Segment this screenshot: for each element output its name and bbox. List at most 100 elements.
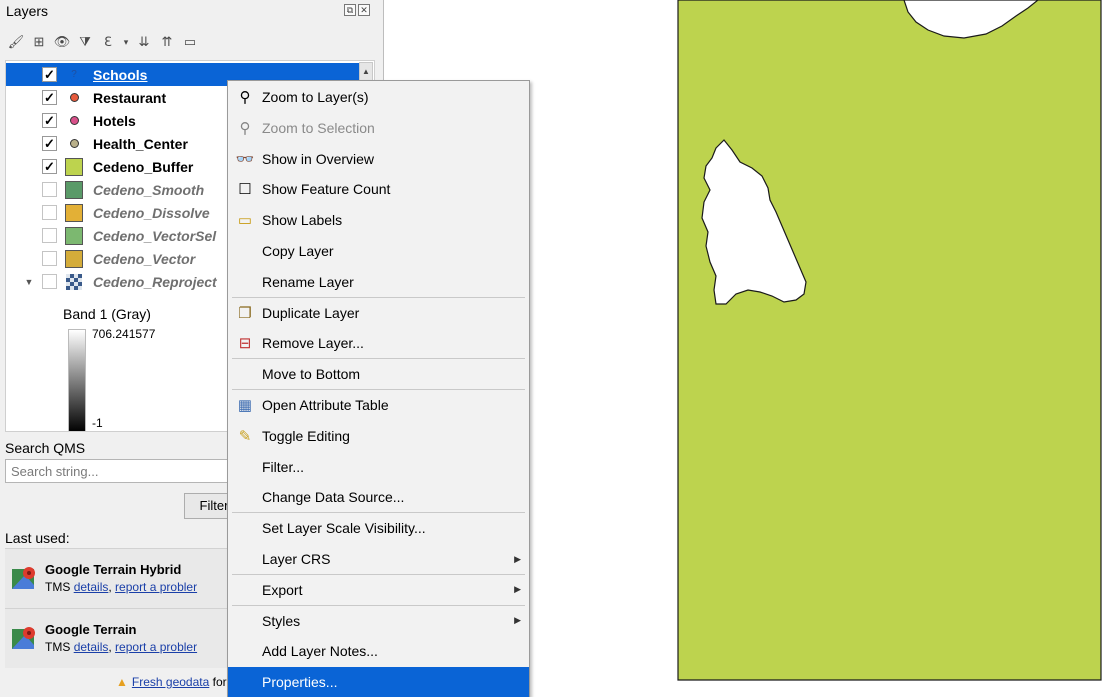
menu-item-show-feature-count[interactable]: ☐ Show Feature Count	[228, 174, 529, 204]
menu-item-label: Open Attribute Table	[262, 397, 389, 413]
layer-name: Cedeno_VectorSel	[93, 227, 217, 244]
checkbox-icon: ☐	[238, 181, 252, 199]
menu-icon-spacer	[234, 517, 256, 539]
expand-all-icon[interactable]: ⇊	[134, 32, 154, 52]
point-symbol-swatch	[69, 93, 79, 102]
polygon-symbol-icon	[65, 226, 83, 245]
menu-item-show-labels[interactable]: ▭ Show Labels	[228, 205, 529, 235]
menu-item-label: Filter...	[262, 458, 305, 475]
float-panel-icon[interactable]: ⧉	[344, 4, 356, 16]
details-link[interactable]: details	[74, 580, 109, 594]
scroll-up-icon[interactable]: ▲	[359, 62, 373, 82]
chevron-down-icon[interactable]: ▾	[121, 32, 131, 52]
menu-item-label: Rename Layer	[262, 273, 354, 290]
overview-glasses-icon: 👓	[235, 150, 255, 168]
layer-visibility-checkbox[interactable]: ✓	[42, 136, 57, 151]
expand-arrow-icon[interactable]: ▼	[22, 277, 36, 287]
menu-item-show-in-overview[interactable]: 👓 Show in Overview	[228, 144, 529, 174]
menu-item-label: Change Data Source...	[262, 489, 405, 506]
submenu-arrow-icon: ▶	[514, 584, 521, 595]
zoom-selection-icon: ⚲	[239, 119, 251, 137]
menu-item-change-data-source[interactable]: Change Data Source...	[228, 482, 529, 512]
menu-item-toggle-editing[interactable]: ✎ Toggle Editing	[228, 421, 529, 451]
details-link[interactable]: details	[74, 640, 109, 654]
raster-band-min: -1	[92, 416, 103, 430]
qms-item-name: Google Terrain	[45, 622, 137, 637]
raster-layer-icon	[65, 273, 83, 291]
layer-visibility-checkbox[interactable]	[42, 228, 57, 243]
open-styling-icon[interactable]: 🖌	[6, 32, 26, 52]
layers-panel-title: Layers	[6, 3, 49, 19]
polygon-symbol-icon	[65, 180, 83, 199]
layer-visibility-checkbox[interactable]	[42, 205, 57, 220]
menu-item-move-to-bottom[interactable]: Move to Bottom	[228, 359, 529, 389]
attribute-table-icon: ▦	[237, 397, 253, 414]
menu-item-label: Show in Overview	[262, 150, 375, 167]
menu-icon-spacer	[234, 271, 256, 293]
menu-item-add-layer-notes[interactable]: Add Layer Notes...	[228, 636, 529, 666]
report-problem-link[interactable]: report a probler	[115, 640, 197, 654]
layer-visibility-checkbox[interactable]	[42, 251, 57, 266]
layer-visibility-checkbox[interactable]	[42, 182, 57, 197]
fresh-geodata-link[interactable]: Fresh geodata	[132, 675, 209, 689]
point-symbol-icon	[65, 89, 83, 107]
layer-name: Health_Center	[93, 135, 188, 152]
polygon-symbol-icon	[65, 157, 83, 176]
menu-item-rename-layer[interactable]: Rename Layer	[228, 267, 529, 297]
layer-visibility-checkbox[interactable]: ✓	[42, 159, 57, 174]
menu-icon-spacer	[234, 240, 256, 262]
menu-item-label: Set Layer Scale Visibility...	[262, 520, 426, 537]
menu-item-label: Show Feature Count	[262, 181, 391, 198]
menu-item-open-attribute-table[interactable]: ▦ Open Attribute Table	[228, 390, 529, 420]
layer-visibility-checkbox[interactable]	[42, 274, 57, 289]
menu-item-export[interactable]: Export ▶	[228, 575, 529, 605]
collapse-all-icon[interactable]: ⇈	[157, 32, 177, 52]
raster-symbol-swatch	[66, 273, 82, 290]
close-panel-icon[interactable]: ✕	[358, 4, 370, 16]
menu-item-label: Show Labels	[262, 212, 343, 229]
polygon-symbol-icon	[65, 249, 83, 268]
manage-map-themes-icon[interactable]: 👁	[52, 32, 72, 52]
qms-item-meta: TMS details, report a probler	[45, 580, 197, 594]
menu-icon-spacer	[234, 456, 256, 478]
map-canvas[interactable]	[676, 0, 1103, 681]
menu-item-properties[interactable]: Properties...	[228, 667, 529, 697]
layer-name: Cedeno_Buffer	[93, 158, 194, 175]
menu-item-zoom-to-selection[interactable]: ⚲ Zoom to Selection	[228, 113, 529, 143]
menu-item-filter[interactable]: Filter...	[228, 452, 529, 482]
menu-item-label: Export	[262, 581, 303, 598]
menu-icon-spacer	[234, 671, 256, 693]
pencil-icon: ✎	[238, 427, 252, 445]
layer-name: Cedeno_Smooth	[93, 181, 205, 198]
menu-item-zoom-to-layer-s[interactable]: ⚲ Zoom to Layer(s)	[228, 82, 529, 112]
layer-visibility-checkbox[interactable]: ✓	[42, 67, 57, 82]
gray-color-ramp	[68, 329, 86, 431]
qms-item-type: TMS	[45, 580, 71, 594]
qms-item-type: TMS	[45, 640, 71, 654]
add-group-icon[interactable]: ⊞	[29, 32, 49, 52]
report-problem-link[interactable]: report a probler	[115, 580, 197, 594]
layer-visibility-checkbox[interactable]: ✓	[42, 90, 57, 105]
menu-item-remove-layer[interactable]: ⊟ Remove Layer...	[228, 328, 529, 358]
menu-item-copy-layer[interactable]: Copy Layer	[228, 236, 529, 266]
polygon-symbol-swatch	[65, 157, 83, 176]
polygon-symbol-swatch	[65, 249, 83, 268]
menu-icon-spacer	[234, 640, 256, 662]
submenu-arrow-icon: ▶	[514, 615, 521, 626]
menu-item-label: Layer CRS	[262, 551, 331, 567]
menu-item-styles[interactable]: Styles ▶	[228, 606, 529, 636]
filter-legend-icon[interactable]: ⧩	[75, 32, 95, 52]
filter-expression-icon[interactable]: ℇ	[98, 32, 118, 52]
menu-item-set-layer-scale-visibility[interactable]: Set Layer Scale Visibility...	[228, 513, 529, 543]
remove-layer-icon[interactable]: ▭	[180, 32, 200, 52]
layer-name: Schools	[93, 66, 148, 83]
raster-band-max: 706.241577	[92, 327, 156, 341]
menu-icon-spacer	[234, 579, 256, 601]
menu-item-label: Styles	[262, 612, 301, 629]
menu-item-layer-crs[interactable]: Layer CRS ▶	[228, 544, 529, 574]
menu-item-duplicate-layer[interactable]: ❐ Duplicate Layer	[228, 298, 529, 328]
menu-icon-spacer	[234, 610, 256, 632]
layer-visibility-checkbox[interactable]: ✓	[42, 113, 57, 128]
labels-abc-icon: ▭	[237, 212, 253, 230]
google-maps-icon	[12, 567, 35, 589]
